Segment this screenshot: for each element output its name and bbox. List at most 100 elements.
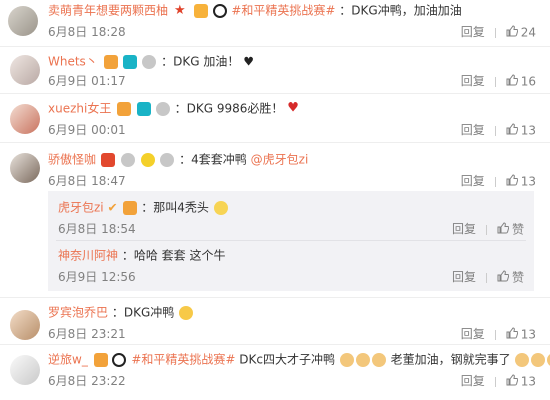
divider [485,224,487,235]
comment-actions: 回复 赞 [452,221,524,238]
medal-icon [142,54,157,69]
timestamp: 6月8日 23:22 [48,374,126,388]
comment-item: 罗宾泡乔巴 ：DKG冲鸭 6月8日 23:21 回复 13 [0,298,550,344]
comment-actions: 回复 16 [461,73,536,90]
vip-badge-icon [103,54,118,69]
timestamp: 6月8日 18:54 [58,222,136,236]
username[interactable]: 骄傲怪咖 [48,153,96,167]
comment-text: ：4套套冲鸭 [179,152,247,167]
emoji-icon [179,305,194,320]
avatar[interactable] [10,153,40,183]
medal-icon [160,152,175,167]
divider [494,125,496,136]
hand-icon [515,352,530,367]
username[interactable]: xuezhi女王 [48,102,111,116]
timestamp: 6月9日 00:01 [48,123,126,137]
avatar[interactable] [10,355,40,385]
thumb-up-icon[interactable] [506,122,518,139]
level-badge-icon [137,101,151,116]
comment-actions: 回复 赞 [452,269,524,286]
timestamp: 6月8日 23:21 [48,327,126,341]
thumb-up-icon[interactable] [506,373,518,390]
heart-icon: ♥ [287,100,299,116]
timestamp: 6月9日 01:17 [48,74,126,88]
like-button[interactable]: 赞 [512,271,524,285]
divider [494,176,496,187]
timestamp: 6月9日 12:56 [58,270,136,284]
thumb-up-icon[interactable] [506,24,518,41]
comment-text: ：DKG冲鸭 [111,305,175,320]
like-count: 13 [520,374,536,389]
topic-link[interactable]: #和平精英挑战赛# [131,353,235,367]
vip-badge-icon [117,101,132,116]
comment-actions: 回复 13 [461,373,536,390]
level-badge-icon [123,54,138,69]
like-count: 13 [520,123,536,138]
thumb-up-icon[interactable] [506,326,518,343]
reply-button[interactable]: 回复 [461,174,485,188]
thumb-up-icon[interactable] [497,269,510,286]
reply-button[interactable]: 回复 [461,25,485,39]
reply-button[interactable]: 回复 [452,222,476,236]
muscle-icon [371,352,386,367]
avatar[interactable] [10,104,40,134]
avatar[interactable] [10,310,40,340]
comment-actions: 回复 24 [461,24,536,41]
thumb-up-icon[interactable] [506,73,518,90]
comment-text: DKc四大才子冲鸭 [239,352,335,367]
check-icon: ✔ [107,200,118,215]
topic-link[interactable]: #和平精英挑战赛# [231,4,335,18]
like-count: 13 [520,327,536,342]
username[interactable]: 罗宾泡乔巴 [48,306,108,320]
comment-text-2: 老董加油，钢就完事了 [390,352,511,367]
like-count: 24 [520,25,536,40]
thumb-up-icon[interactable] [506,173,518,190]
timestamp: 6月8日 18:28 [48,25,126,39]
vip-badge-icon [93,352,108,367]
medal-icon [120,152,135,167]
sub-reply-box: 神奈川阿神 ：哈哈 套套 这个牛 6月9日 12:56 回复 赞 [48,241,534,289]
medal-icon [155,101,170,116]
reply-button[interactable]: 回复 [452,270,476,284]
username[interactable]: 虎牙包zi [58,201,104,215]
comment-item: xuezhi女王 ：DKG 9986必胜！ ♥ 6月9日 00:01 回复 13 [0,94,550,140]
username[interactable]: 卖萌青年想要两颗西柚 [48,4,168,18]
mention-link[interactable]: @虎牙包zi [251,153,309,167]
divider [494,76,496,87]
hat-icon [100,152,115,167]
avatar[interactable] [10,55,40,85]
comment-text: ：DKG 9986必胜！ [174,101,284,116]
star-icon: ★ [174,2,186,18]
vip-badge-icon [123,200,138,215]
divider [485,272,487,283]
heart-dark-icon: ♥ [243,54,254,69]
username[interactable]: Whets丶 [48,55,98,69]
comment-text: ：哈哈 套套 这个牛 [121,248,226,263]
comment-item: 逆旅w_ #和平精英挑战赛# DKc四大才子冲鸭 老董加油，钢就完事了 6月8日… [0,345,550,400]
username[interactable]: 逆旅w_ [48,353,88,367]
like-count: 13 [520,174,536,189]
muscle-icon [339,352,354,367]
duck-icon [140,152,155,167]
divider [494,27,496,38]
divider [494,329,496,340]
thumb-up-icon[interactable] [497,221,510,238]
comment-text: ：那叫4秃头 [141,200,209,215]
comment-item: 卖萌青年想要两颗西柚 ★ #和平精英挑战赛# ：DKG冲鸭，加油加油 6月8日 … [0,0,550,46]
panda-icon [212,3,227,18]
avatar[interactable] [8,6,38,36]
timestamp: 6月8日 18:47 [48,174,126,188]
comment-actions: 回复 13 [461,122,536,139]
reply-button[interactable]: 回复 [461,327,485,341]
reply-button[interactable]: 回复 [461,123,485,137]
panda-icon [112,352,127,367]
muscle-icon [355,352,370,367]
reply-button[interactable]: 回复 [461,374,485,388]
like-button[interactable]: 赞 [512,223,524,237]
comment-item: 骄傲怪咖 ：4套套冲鸭 @虎牙包zi 6月8日 18:47 回复 13 虎牙包zi… [0,143,550,293]
vip-badge-icon [193,3,208,18]
username[interactable]: 神奈川阿神 [58,249,118,263]
divider [494,376,496,387]
comment-item: Whets丶 ：DKG 加油！ ♥ 6月9日 01:17 回复 16 [0,47,550,93]
reply-button[interactable]: 回复 [461,74,485,88]
